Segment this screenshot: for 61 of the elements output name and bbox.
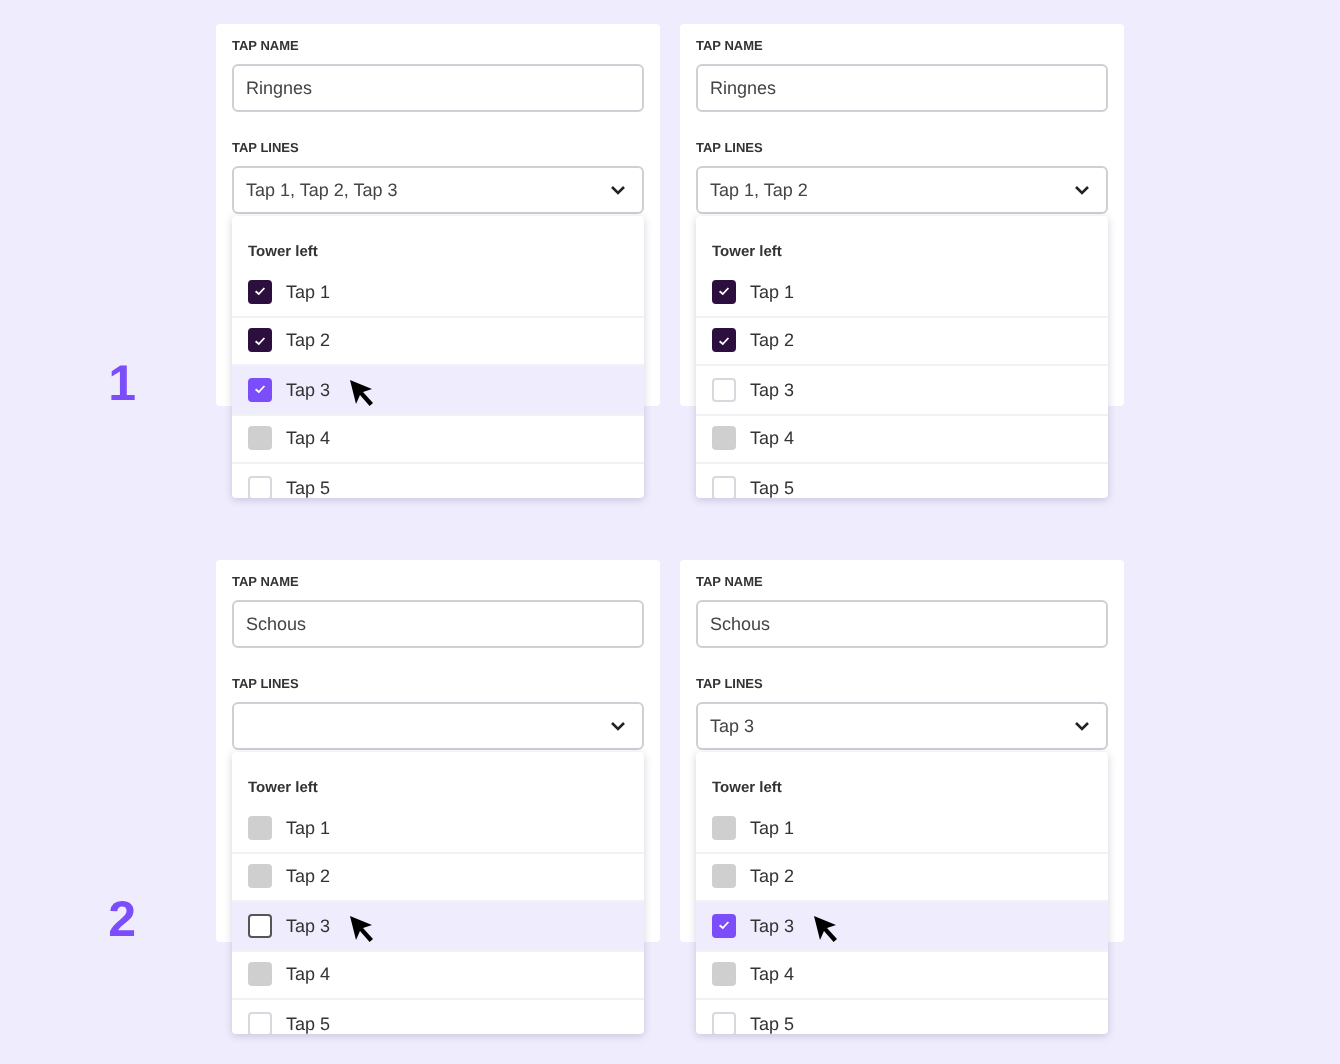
checkbox[interactable] bbox=[248, 279, 272, 304]
option-label: Tap 5 bbox=[750, 475, 795, 498]
option-label: Tap 3 bbox=[750, 913, 795, 938]
option-row[interactable]: Tap 5 bbox=[232, 1000, 644, 1034]
cursor-icon bbox=[348, 913, 377, 944]
option-label: Tap 1 bbox=[286, 279, 331, 304]
dropdown-field[interactable]: Tap 1, Tap 2, Tap 3 bbox=[232, 166, 644, 214]
chevron-down-icon bbox=[610, 720, 626, 732]
option-row[interactable]: Tap 3 bbox=[696, 366, 1108, 415]
option-row[interactable]: Tap 3 bbox=[696, 902, 1108, 951]
chevron-down-icon bbox=[1074, 184, 1090, 196]
checkmark-icon bbox=[718, 286, 730, 297]
option-label: Tap 5 bbox=[286, 475, 331, 498]
option-row[interactable]: Tap 5 bbox=[696, 1000, 1108, 1034]
option-label: Tap 4 bbox=[286, 962, 331, 987]
input-field[interactable]: Schous bbox=[696, 600, 1108, 648]
option-label: Tap 3 bbox=[286, 913, 331, 938]
chevron-down-icon bbox=[610, 184, 626, 196]
option-row[interactable]: Tap 3 bbox=[232, 902, 644, 951]
input-field[interactable]: Ringnes bbox=[232, 64, 644, 112]
option-label: Tap 2 bbox=[750, 328, 795, 353]
option-row[interactable]: Tap 1 bbox=[696, 268, 1108, 317]
option-label: Tap 4 bbox=[750, 426, 795, 451]
option-label: Tap 2 bbox=[286, 864, 331, 889]
option-label: Tap 4 bbox=[286, 426, 331, 451]
checkmark-icon bbox=[254, 286, 266, 297]
dropdown-field[interactable] bbox=[232, 702, 644, 750]
checkbox[interactable] bbox=[248, 328, 272, 353]
option-row[interactable]: Tap 5 bbox=[232, 464, 644, 498]
checkmark-icon bbox=[718, 920, 730, 931]
dropdown-field[interactable]: Tap 3 bbox=[696, 702, 1108, 750]
checkmark-icon bbox=[254, 384, 266, 395]
option-label: Tap 3 bbox=[750, 377, 795, 402]
dropdown-field[interactable]: Tap 1, Tap 2 bbox=[696, 166, 1108, 214]
checkbox[interactable] bbox=[248, 377, 272, 402]
cursor-icon bbox=[348, 377, 377, 408]
checkbox[interactable] bbox=[712, 279, 736, 304]
option-label: Tap 1 bbox=[750, 279, 795, 304]
option-row[interactable]: Tap 3 bbox=[232, 366, 644, 415]
option-label: Tap 4 bbox=[750, 962, 795, 987]
option-label: Tap 3 bbox=[286, 377, 331, 402]
checkbox[interactable] bbox=[712, 913, 736, 938]
checkbox[interactable] bbox=[248, 913, 272, 938]
option-label: Tap 1 bbox=[750, 815, 795, 840]
option-label: Tap 1 bbox=[286, 815, 331, 840]
option-label: Tap 2 bbox=[286, 328, 331, 353]
chevron-down-icon bbox=[1074, 720, 1090, 732]
checkbox[interactable] bbox=[712, 328, 736, 353]
option-label: Tap 5 bbox=[286, 1011, 331, 1034]
option-label: Tap 2 bbox=[750, 864, 795, 889]
option-row[interactable]: Tap 5 bbox=[696, 464, 1108, 498]
input-field[interactable]: Schous bbox=[232, 600, 644, 648]
cursor-icon bbox=[812, 913, 841, 944]
input-field[interactable]: Ringnes bbox=[696, 64, 1108, 112]
checkmark-icon bbox=[254, 335, 266, 346]
option-label: Tap 5 bbox=[750, 1011, 795, 1034]
step-number: 1 bbox=[108, 356, 136, 412]
checkmark-icon bbox=[718, 335, 730, 346]
option-row[interactable]: Tap 2 bbox=[696, 317, 1108, 366]
step-number: 2 bbox=[108, 892, 136, 948]
option-row[interactable]: Tap 1 bbox=[232, 268, 644, 317]
